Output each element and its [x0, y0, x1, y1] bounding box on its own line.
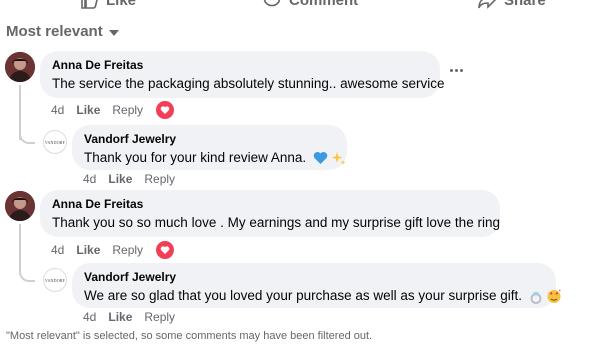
brand-logo-icon: VANDORF	[44, 139, 66, 145]
like-link[interactable]: Like	[76, 103, 100, 117]
comment-meta: 4d Like Reply	[51, 240, 176, 260]
comment-meta: 4d Like Reply	[51, 100, 176, 120]
face-with-hearts-icon	[547, 290, 561, 304]
avatar[interactable]	[5, 191, 35, 221]
user-photo-icon	[5, 191, 35, 221]
reply-author[interactable]: Vandorf Jewelry	[84, 270, 544, 285]
more-options-icon[interactable]	[450, 67, 464, 73]
avatar[interactable]	[5, 52, 35, 82]
share-action-label: Share	[504, 0, 546, 9]
reply-link[interactable]: Reply	[144, 172, 175, 186]
user-photo-icon	[5, 52, 35, 82]
post-action-bar: Like Comment Share	[0, 0, 600, 9]
reply-text: Thank you for your kind review Anna.	[84, 149, 346, 167]
sparkles-icon	[331, 151, 346, 165]
reply-link[interactable]: Reply	[144, 310, 175, 324]
comment-text: Thank you so so much love . My earnings …	[52, 215, 500, 230]
comment-bubble: Anna De Freitas The service the packagin…	[40, 51, 445, 98]
reply-link[interactable]: Reply	[112, 103, 143, 117]
comment-text: The service the packaging absolutely stu…	[52, 76, 445, 91]
thumbs-up-icon	[81, 0, 98, 9]
comment-action-label: Comment	[289, 0, 359, 9]
like-link[interactable]: Like	[108, 172, 132, 186]
filter-notice: "Most relevant" is selected, so some com…	[6, 330, 373, 342]
like-action[interactable]: Like	[80, 0, 136, 9]
thread-line	[19, 224, 21, 269]
love-reaction-icon[interactable]	[155, 240, 176, 260]
brand-logo-icon: VANDORF	[44, 277, 66, 283]
reply-text: We are so glad that you loved your purch…	[84, 287, 561, 305]
blue-heart-icon	[313, 152, 328, 165]
reply-text-content: We are so glad that you loved your purch…	[84, 288, 522, 303]
reply-bubble: Vandorf Jewelry Thank you for your kind …	[72, 125, 347, 170]
like-link[interactable]: Like	[76, 243, 100, 257]
comment-author[interactable]: Anna De Freitas	[52, 58, 428, 73]
thread-branch	[19, 266, 35, 282]
reply-time[interactable]: 4d	[83, 310, 96, 324]
reply-meta: 4d Like Reply	[83, 310, 175, 324]
comment-icon	[263, 0, 281, 7]
sort-label: Most relevant	[6, 23, 103, 40]
comment-bubble: Anna De Freitas Thank you so so much lov…	[40, 190, 500, 237]
reply-text-content: Thank you for your kind review Anna.	[84, 150, 307, 165]
reply-meta: 4d Like Reply	[83, 172, 175, 186]
reply-author[interactable]: Vandorf Jewelry	[84, 132, 335, 147]
share-icon	[478, 0, 496, 9]
reply-time[interactable]: 4d	[83, 172, 96, 186]
comment-time[interactable]: 4d	[51, 243, 64, 257]
reply-bubble: Vandorf Jewelry We are so glad that you …	[72, 263, 561, 308]
avatar[interactable]: VANDORF	[43, 130, 67, 154]
comment-author[interactable]: Anna De Freitas	[52, 197, 488, 212]
reply-link[interactable]: Reply	[112, 243, 143, 257]
like-action-label: Like	[106, 0, 137, 9]
comment-action[interactable]: Comment	[263, 0, 358, 9]
chevron-down-icon	[108, 29, 119, 36]
avatar[interactable]: VANDORF	[43, 268, 67, 292]
sort-dropdown[interactable]: Most relevant	[6, 23, 119, 40]
like-link[interactable]: Like	[108, 310, 132, 324]
share-action[interactable]: Share	[478, 0, 546, 9]
comment-time[interactable]: 4d	[51, 103, 64, 117]
thread-branch	[19, 128, 35, 144]
love-reaction-icon[interactable]	[155, 100, 176, 120]
ring-icon	[530, 291, 542, 304]
